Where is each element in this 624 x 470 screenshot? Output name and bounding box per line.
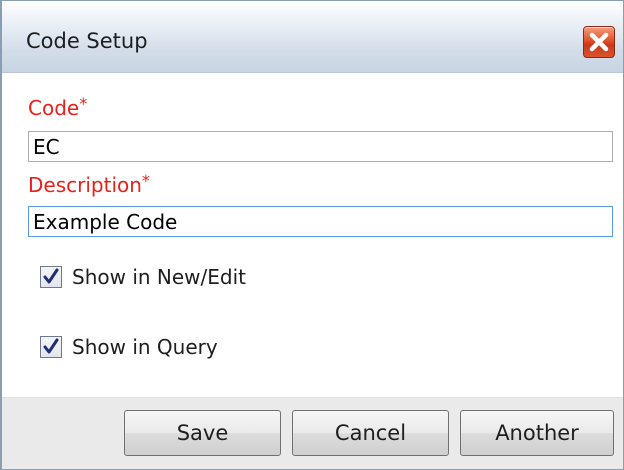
checkmark-icon [43,338,59,354]
description-label: Description* [28,171,150,197]
code-label-text: Code [28,96,80,120]
description-label-text: Description [28,173,142,197]
cancel-button[interactable]: Cancel [292,410,449,456]
checkmark-icon [43,268,59,284]
another-button[interactable]: Another [460,410,614,456]
required-marker: * [79,94,88,113]
code-field[interactable]: EC [28,131,613,162]
close-button[interactable] [583,26,615,58]
close-icon [589,32,609,52]
show-in-new-edit-label: Show in New/Edit [72,265,247,289]
code-label: Code* [28,94,88,120]
code-setup-dialog: Code Setup Code* EC Description* Example… [0,0,624,470]
show-in-query-label: Show in Query [72,335,218,359]
title-bar: Code Setup [2,1,623,73]
description-field[interactable]: Example Code [28,206,613,237]
show-in-new-edit-checkbox[interactable] [40,266,62,288]
required-marker: * [141,171,150,190]
save-button[interactable]: Save [124,410,281,456]
show-in-query-checkbox[interactable] [40,336,62,358]
dialog-title: Code Setup [26,29,148,53]
